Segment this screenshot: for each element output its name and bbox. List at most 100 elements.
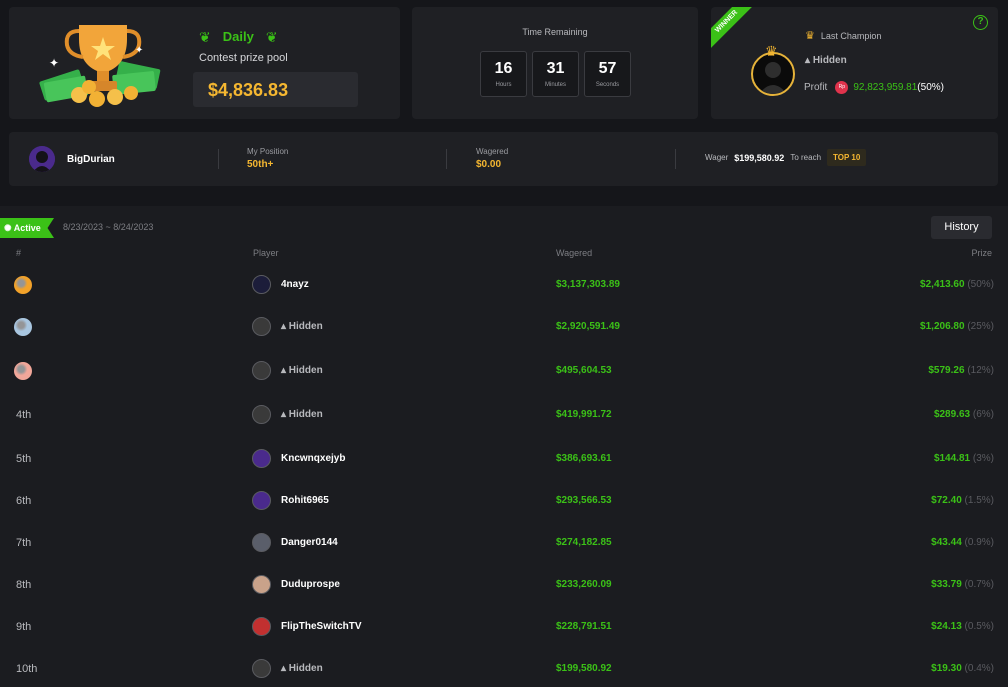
- player-name: Danger0144: [281, 537, 338, 548]
- prize-amount: $19.30: [931, 663, 965, 674]
- prize-amount: $33.79: [931, 579, 965, 590]
- my-username: BigDurian: [67, 153, 115, 165]
- wagered-value: $495,604.53: [556, 365, 612, 376]
- divider: [675, 149, 676, 169]
- rank-label: 9th: [16, 621, 32, 633]
- my-wagered: Wagered $0.00: [476, 147, 508, 170]
- prize-amount: $144.81: [933, 453, 973, 464]
- minutes-value: 31: [546, 60, 565, 77]
- prize-value: $1,206.80 (25%): [920, 321, 994, 332]
- player-name: Kncwnqxejyb: [281, 453, 346, 464]
- profit-label: Profit: [804, 82, 828, 93]
- avatar: [252, 361, 271, 380]
- column-header-rank: #: [16, 248, 22, 258]
- incognito-icon: ▴: [805, 55, 811, 66]
- my-wagered-value: $0.00: [476, 159, 502, 170]
- prize-pool-box: $4,836.83: [193, 72, 358, 107]
- avatar: [252, 575, 271, 594]
- profit-percent: (50%): [917, 82, 944, 93]
- player-cell[interactable]: ▴ Hidden: [252, 405, 323, 424]
- wagered-value: $274,182.85: [556, 537, 612, 548]
- avatar[interactable]: [29, 146, 55, 172]
- player-name: Rohit6965: [281, 495, 329, 506]
- svg-text:✦: ✦: [135, 45, 143, 56]
- prize-value: $24.13 (0.5%): [931, 621, 994, 632]
- champion-name: ▴ Hidden: [805, 55, 847, 66]
- wagered-value: $199,580.92: [556, 663, 612, 674]
- player-name: ▴ Hidden: [281, 365, 323, 376]
- column-header-prize: Prize: [971, 248, 992, 258]
- prize-amount: $579.26: [928, 365, 968, 376]
- prize-percent: (0.9%): [964, 537, 994, 548]
- player-name: Duduprospe: [281, 579, 340, 590]
- prize-amount: $2,413.60: [920, 279, 968, 290]
- seconds-box: 57 Seconds: [584, 51, 631, 97]
- player-cell[interactable]: FlipTheSwitchTV: [252, 617, 362, 636]
- wagered-value: $419,991.72: [556, 409, 612, 420]
- prize-pool-card: ✦ ✦ ❦ Daily ❦ Contest prize pool $4,836.…: [9, 7, 400, 119]
- table-row: 6th Rohit6965 $293,566.53 $72.40 (1.5%): [0, 481, 1008, 523]
- rank-label: 7th: [16, 537, 32, 549]
- avatar: [252, 659, 271, 678]
- my-position: My Position 50th+: [247, 147, 288, 170]
- my-user: BigDurian: [29, 146, 115, 172]
- prize-value: $33.79 (0.7%): [931, 579, 994, 590]
- hours-box: 16 Hours: [480, 51, 527, 97]
- prize-value: $2,413.60 (50%): [920, 279, 994, 290]
- wager-to-reach: Wager $199,580.92 To reach TOP 10: [705, 149, 867, 166]
- prize-percent: (6%): [972, 409, 994, 420]
- last-champion-label: Last Champion: [820, 30, 882, 41]
- to-reach-label: To reach: [790, 153, 822, 162]
- player-cell[interactable]: ▴ Hidden: [252, 659, 323, 678]
- minutes-box: 31 Minutes: [532, 51, 579, 97]
- table-row: 9th FlipTheSwitchTV $228,791.51 $24.13 (0.5…: [0, 607, 1008, 649]
- player-name: FlipTheSwitchTV: [281, 621, 362, 632]
- prize-value: $144.81 (3%): [934, 453, 994, 464]
- prize-value: $289.63 (6%): [934, 409, 994, 420]
- hidden-user-icon: [759, 62, 787, 94]
- my-stats-bar: BigDurian My Position 50th+ Wagered $0.0…: [9, 132, 998, 186]
- my-position-label: My Position: [247, 147, 289, 156]
- wager-label: Wager: [705, 153, 729, 162]
- daily-badge: ❦ Daily ❦: [199, 29, 278, 44]
- player-cell[interactable]: Danger0144: [252, 533, 338, 552]
- time-remaining-label: Time Remaining: [522, 27, 588, 37]
- column-header-player: Player: [253, 248, 279, 258]
- date-range: 8/23/2023 ~ 8/24/2023: [63, 222, 154, 232]
- avatar: [252, 491, 271, 510]
- prize-amount: $43.44: [931, 537, 965, 548]
- countdown-card: Time Remaining 16 Hours 31 Minutes 57 Se…: [412, 7, 698, 119]
- silver-medal-icon: [14, 318, 32, 336]
- player-cell[interactable]: ▴ Hidden: [252, 317, 323, 336]
- hours-unit: Hours: [495, 82, 512, 88]
- wagered-value: $228,791.51: [556, 621, 612, 632]
- table-row: 5th Kncwnqxejyb $386,693.61 $144.81 (3%): [0, 439, 1008, 481]
- player-cell[interactable]: Kncwnqxejyb: [252, 449, 345, 468]
- prize-percent: (0.7%): [964, 579, 994, 590]
- player-name: ▴ Hidden: [281, 321, 323, 332]
- player-cell[interactable]: Rohit6965: [252, 491, 329, 510]
- bronze-medal-icon: [14, 362, 32, 380]
- player-cell[interactable]: 4nayz: [252, 275, 309, 294]
- laurel-left-icon: ❦: [199, 28, 211, 45]
- last-champion-title: ♛ Last Champion: [805, 29, 881, 42]
- help-icon[interactable]: ?: [973, 15, 988, 30]
- history-button[interactable]: History: [931, 216, 992, 239]
- status-badge: ✺ Active: [0, 218, 54, 238]
- table-row: ▴ Hidden $495,604.53 $579.26 (12%): [0, 351, 1008, 393]
- last-champion-card: WINNER ? ♛ Last Champion ♛ ▴ Hidden Prof…: [711, 7, 998, 119]
- hours-value: 16: [494, 60, 513, 77]
- prize-percent: (1.5%): [964, 495, 994, 506]
- champion-profit: Profit Rp 92,823,959.81 (50%): [804, 81, 944, 94]
- prize-amount: $72.40: [931, 495, 965, 506]
- player-cell[interactable]: Duduprospe: [252, 575, 340, 594]
- wager-amount: $199,580.92: [734, 152, 785, 163]
- divider: [446, 149, 447, 169]
- player-cell[interactable]: ▴ Hidden: [252, 361, 323, 380]
- prize-value: $579.26 (12%): [928, 365, 994, 376]
- table-row: 10th ▴ Hidden $199,580.92 $19.30 (0.4%): [0, 649, 1008, 687]
- laurel-right-icon: ❦: [265, 28, 278, 45]
- target-badge: TOP 10: [827, 149, 867, 166]
- prize-amount: $289.63: [933, 409, 973, 420]
- prize-amount: $24.13: [931, 621, 965, 632]
